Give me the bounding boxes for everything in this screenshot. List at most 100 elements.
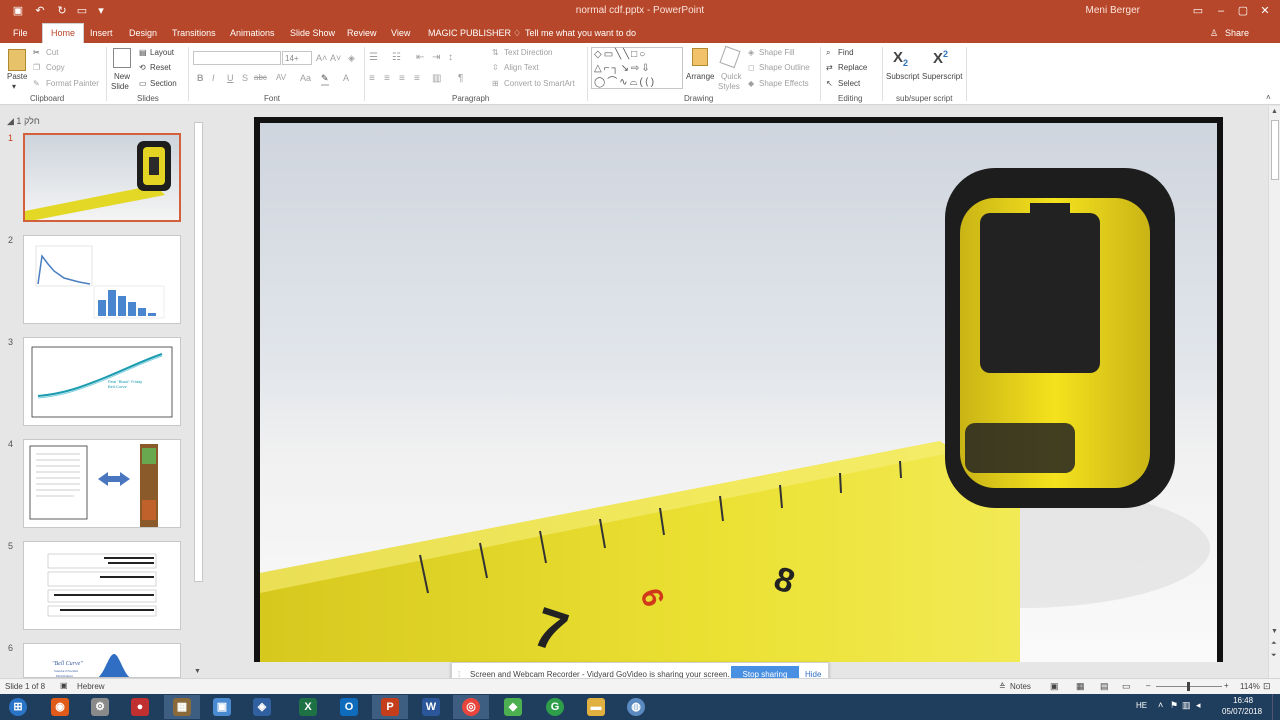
bullets-icon[interactable]: ☰: [369, 52, 378, 63]
underline-button[interactable]: U: [227, 73, 234, 83]
current-slide[interactable]: 7 8 6: [254, 117, 1223, 662]
scroll-down-icon[interactable]: ▼: [194, 668, 201, 675]
section-button[interactable]: Section: [150, 79, 177, 88]
font-name-combo[interactable]: [193, 51, 281, 65]
new-slide-label[interactable]: Slide: [111, 82, 129, 91]
taskbar-app[interactable]: ◆: [495, 695, 531, 719]
reading-view-icon[interactable]: ▤: [1100, 681, 1109, 692]
line-spacing-icon[interactable]: ↕: [448, 52, 453, 63]
next-slide-icon[interactable]: ⏷: [1271, 652, 1277, 660]
normal-view-icon[interactable]: ▣: [1050, 681, 1059, 692]
slide-thumbnail-3[interactable]: Real "Black" Friday Bell-Curve: [23, 337, 181, 426]
quick-styles-button[interactable]: Quick: [721, 72, 741, 81]
language-indicator[interactable]: HE: [1136, 701, 1147, 710]
arrange-button[interactable]: Arrange: [686, 72, 714, 81]
zoom-level[interactable]: 114%: [1240, 682, 1260, 691]
clock-date[interactable]: 05/07/2018: [1222, 707, 1262, 716]
zoom-out-icon[interactable]: –: [1146, 681, 1150, 690]
replace-button[interactable]: Replace: [838, 63, 867, 72]
tab-animations[interactable]: Animations: [230, 25, 275, 43]
align-right-icon[interactable]: ≡: [399, 73, 405, 84]
convert-smartart-button[interactable]: Convert to SmartArt: [504, 79, 575, 88]
new-slide-button[interactable]: New: [114, 72, 130, 81]
shape-effects-button[interactable]: Shape Effects: [759, 79, 809, 88]
tab-review[interactable]: Review: [347, 25, 377, 43]
taskbar-app[interactable]: ▦: [164, 695, 200, 719]
taskbar-app[interactable]: ◍: [618, 695, 654, 719]
scrollbar-thumb[interactable]: [1271, 120, 1279, 180]
cut-icon[interactable]: ✂: [33, 48, 40, 57]
scroll-up-icon[interactable]: ▲: [1271, 108, 1278, 115]
taskbar-app[interactable]: ◉: [42, 695, 78, 719]
grow-font-icon[interactable]: A˄: [316, 53, 327, 63]
arrange-icon[interactable]: [692, 48, 708, 66]
superscript-button[interactable]: Superscript: [922, 72, 962, 81]
slideshow-view-icon[interactable]: ▭: [1122, 681, 1131, 692]
tab-file[interactable]: File: [13, 25, 28, 43]
language-indicator[interactable]: Hebrew: [77, 682, 105, 691]
align-center-icon[interactable]: ≡: [384, 73, 390, 84]
taskbar-app[interactable]: ◈: [244, 695, 280, 719]
paste-dropdown-icon[interactable]: ▾: [12, 82, 16, 91]
tab-insert[interactable]: Insert: [90, 25, 113, 43]
clear-format-icon[interactable]: ◈: [348, 53, 355, 64]
reset-button[interactable]: Reset: [150, 63, 171, 72]
layout-button[interactable]: Layout: [150, 48, 174, 57]
tab-home[interactable]: Home: [42, 23, 85, 43]
superscript-icon[interactable]: X2: [933, 49, 948, 67]
format-painter-button[interactable]: Format Painter: [46, 79, 99, 88]
justify-icon[interactable]: ≡: [414, 73, 420, 84]
tell-me-input[interactable]: Tell me what you want to do: [525, 25, 636, 43]
columns-icon[interactable]: ▥: [432, 73, 441, 84]
align-text-button[interactable]: Align Text: [504, 63, 539, 72]
new-slide-icon[interactable]: [113, 48, 131, 68]
taskbar-app[interactable]: ⚙: [82, 695, 118, 719]
taskbar-app[interactable]: ▬: [578, 695, 614, 719]
zoom-slider-thumb[interactable]: [1187, 682, 1190, 691]
tab-design[interactable]: Design: [129, 25, 157, 43]
paste-button[interactable]: Paste: [7, 72, 27, 81]
slide-thumbnail-1[interactable]: [23, 133, 181, 222]
clock-time[interactable]: 16:48: [1233, 696, 1253, 705]
font-color-button[interactable]: A: [343, 73, 349, 83]
slide-sorter-icon[interactable]: ▦: [1076, 681, 1085, 692]
tab-transitions[interactable]: Transitions: [172, 25, 216, 43]
increase-indent-icon[interactable]: ⇥: [432, 52, 440, 63]
text-direction-button[interactable]: Text Direction: [504, 48, 552, 57]
tab-view[interactable]: View: [391, 25, 410, 43]
taskbar-app[interactable]: ▣: [204, 695, 240, 719]
volume-icon[interactable]: ◂: [1196, 700, 1201, 711]
section-header[interactable]: ◢ חלק 1: [7, 116, 40, 127]
copy-icon[interactable]: ❐: [33, 63, 40, 72]
tab-magic-publisher[interactable]: MAGIC PUBLISHER: [428, 25, 511, 43]
spacing-button[interactable]: AV: [276, 73, 286, 82]
start-button[interactable]: ⊞: [0, 695, 36, 719]
copy-button[interactable]: Copy: [46, 63, 65, 72]
shrink-font-icon[interactable]: A˅: [330, 53, 341, 63]
shapes-gallery[interactable]: ◇▭╲╲□○ △⌐┐↘⇨⇩ ◯⌒∿⌓(⟨): [591, 47, 683, 89]
strike-button[interactable]: abc: [254, 73, 267, 82]
scroll-down-icon[interactable]: ▼: [1271, 628, 1278, 635]
shadow-button[interactable]: S: [242, 73, 248, 83]
slide-thumbnail-2[interactable]: [23, 235, 181, 324]
shape-fill-button[interactable]: Shape Fill: [759, 48, 795, 57]
italic-button[interactable]: I: [212, 73, 215, 83]
quick-styles-icon[interactable]: [719, 45, 741, 69]
slide-scrollbar[interactable]: ▲ ▼ ⏶ ⏷: [1268, 106, 1280, 678]
slide-thumbnail-5[interactable]: [23, 541, 181, 630]
close-icon[interactable]: ✕: [1252, 2, 1278, 20]
numbering-icon[interactable]: ☷: [392, 52, 401, 63]
taskbar-app[interactable]: X: [290, 695, 326, 719]
share-button[interactable]: Share: [1225, 25, 1249, 43]
slide-thumbnail-6[interactable]: "Bell Curve" Standard Normal Distributio…: [23, 643, 181, 678]
bold-button[interactable]: B: [197, 73, 204, 83]
align-left-icon[interactable]: ≡: [369, 73, 375, 84]
subscript-icon[interactable]: X2: [893, 49, 908, 68]
taskbar-app[interactable]: ●: [122, 695, 158, 719]
taskbar-app[interactable]: ◎: [453, 695, 489, 719]
find-button[interactable]: Find: [838, 48, 854, 57]
rtl-icon[interactable]: ¶: [458, 73, 463, 84]
scrollbar-thumb[interactable]: [194, 122, 203, 582]
tray-expand-icon[interactable]: ˄: [1158, 700, 1163, 710]
thumbnail-scrollbar[interactable]: ▼: [194, 116, 203, 678]
